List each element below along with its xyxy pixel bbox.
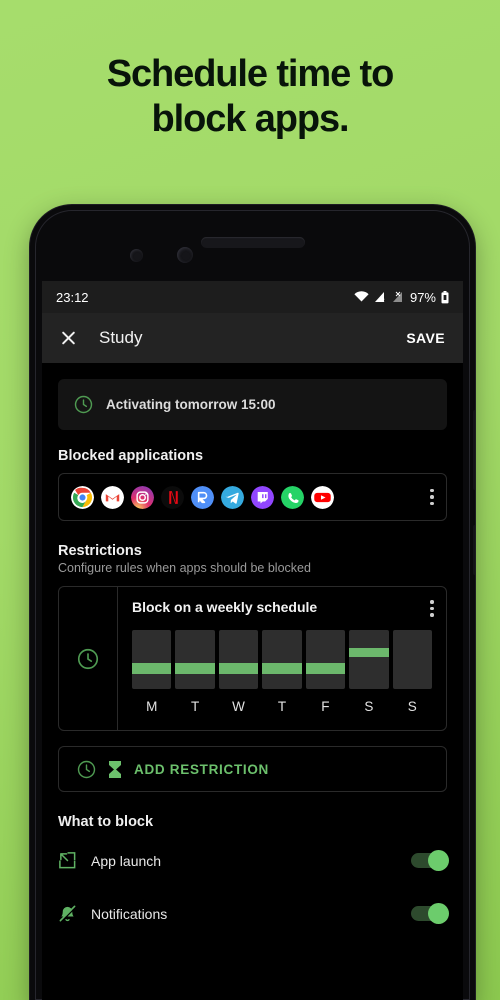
promo-headline: Schedule time to block apps. — [0, 52, 500, 142]
app-launch-label: App launch — [91, 852, 162, 869]
volume-button[interactable] — [473, 410, 475, 490]
app-icon-youtube[interactable] — [311, 485, 334, 509]
add-restriction-button[interactable]: ADD RESTRICTION — [58, 746, 447, 792]
clock-icon — [74, 395, 93, 414]
app-icon-reddit[interactable] — [191, 485, 214, 509]
schedule-day-label-5: S — [364, 699, 374, 714]
add-restriction-label: ADD RESTRICTION — [134, 761, 269, 777]
app-icon-telegram[interactable] — [221, 485, 244, 509]
schedule-day-labels: MTWTFSS — [132, 699, 432, 714]
schedule-day-label-2: W — [232, 699, 245, 714]
what-to-block-row-notifications[interactable]: Notifications — [58, 891, 449, 936]
notifications-toggle[interactable] — [411, 903, 449, 924]
notifications-label: Notifications — [91, 905, 168, 922]
app-bar: Study SAVE — [42, 313, 463, 363]
app-icon-netflix[interactable] — [161, 485, 184, 509]
battery-icon — [441, 290, 449, 304]
schedule-day-column-6[interactable] — [392, 630, 432, 689]
phone-screen: 23:12 R 97% Study SAVE Activating tomorr… — [42, 281, 463, 1000]
schedule-day-column-1[interactable] — [175, 630, 215, 689]
external-link-icon — [58, 851, 77, 870]
what-to-block-header: What to block — [58, 814, 447, 830]
app-icon-gmail[interactable] — [101, 485, 124, 509]
more-vertical-icon[interactable] — [430, 600, 434, 617]
weekly-schedule-card[interactable]: Block on a weekly schedule M T W T F S S — [58, 586, 447, 731]
restrictions-title: Restrictions — [58, 543, 142, 559]
blocked-applications-card[interactable] — [58, 473, 447, 521]
close-icon[interactable] — [60, 330, 77, 347]
svg-text:R: R — [381, 298, 385, 303]
activation-banner-text: Activating tomorrow 15:00 — [106, 397, 276, 412]
earpiece-speaker — [200, 237, 305, 248]
schedule-title: Block on a weekly schedule — [132, 599, 318, 615]
clock-icon — [77, 760, 96, 779]
schedule-block-1 — [175, 663, 215, 674]
what-to-block-row-app-launch[interactable]: App launch — [58, 838, 449, 883]
wifi-icon — [354, 291, 369, 303]
restrictions-subtitle: Configure rules when apps should be bloc… — [58, 561, 311, 575]
blocked-applications-title: Blocked applications — [58, 448, 204, 464]
schedule-day-label-6: S — [407, 699, 417, 714]
what-to-block-title: What to block — [58, 814, 154, 830]
schedule-day-column-5[interactable] — [349, 630, 389, 689]
app-launch-toggle[interactable] — [411, 850, 449, 871]
schedule-day-label-1: T — [191, 699, 200, 714]
app-icon-whatsapp[interactable] — [281, 485, 304, 509]
hourglass-icon — [108, 760, 122, 779]
cell-signal-no-sim-icon — [392, 291, 405, 303]
schedule-day-label-4: F — [321, 699, 330, 714]
promo-headline-line1: Schedule time to — [106, 53, 395, 95]
app-icon-instagram[interactable] — [131, 485, 154, 509]
schedule-block-2 — [218, 663, 259, 674]
app-icon-chrome[interactable] — [71, 485, 94, 509]
schedule-day-column-3[interactable] — [262, 630, 302, 689]
schedule-day-column-4[interactable] — [305, 630, 346, 689]
schedule-day-label-3: T — [277, 699, 287, 714]
status-bar-time: 23:12 — [56, 289, 89, 305]
screen-content: Activating tomorrow 15:00 Blocked applic… — [42, 363, 463, 1000]
status-bar: 23:12 R 97% — [42, 281, 463, 313]
power-button[interactable] — [473, 525, 475, 575]
schedule-body: Block on a weekly schedule M T W T F S S — [118, 587, 446, 730]
schedule-day-column-0[interactable] — [132, 630, 172, 689]
bell-off-icon — [58, 904, 77, 923]
activation-banner[interactable]: Activating tomorrow 15:00 — [58, 379, 447, 430]
restrictions-header: Restrictions Configure rules when apps s… — [58, 543, 447, 575]
cell-signal-icon: R — [374, 291, 387, 303]
schedule-day-column-2[interactable] — [218, 630, 259, 689]
schedule-block-5 — [349, 647, 389, 657]
clock-icon — [77, 648, 99, 670]
promo-headline-line2: block apps. — [151, 97, 350, 140]
phone-mockup: 23:12 R 97% Study SAVE Activating tomorr… — [30, 205, 475, 1000]
more-vertical-icon[interactable] — [430, 488, 434, 506]
page-title: Study — [99, 328, 143, 347]
schedule-block-0 — [132, 663, 172, 674]
schedule-block-3 — [262, 663, 302, 674]
save-button[interactable]: SAVE — [406, 330, 445, 346]
schedule-gutter — [59, 587, 118, 730]
front-camera-sensor — [130, 249, 143, 262]
schedule-day-columns — [132, 630, 432, 689]
app-icon-twitch[interactable] — [251, 485, 274, 509]
schedule-block-4 — [305, 663, 346, 674]
front-camera-lens — [177, 247, 193, 263]
battery-percent: 97% — [409, 289, 436, 305]
schedule-day-label-0: M — [146, 699, 158, 714]
